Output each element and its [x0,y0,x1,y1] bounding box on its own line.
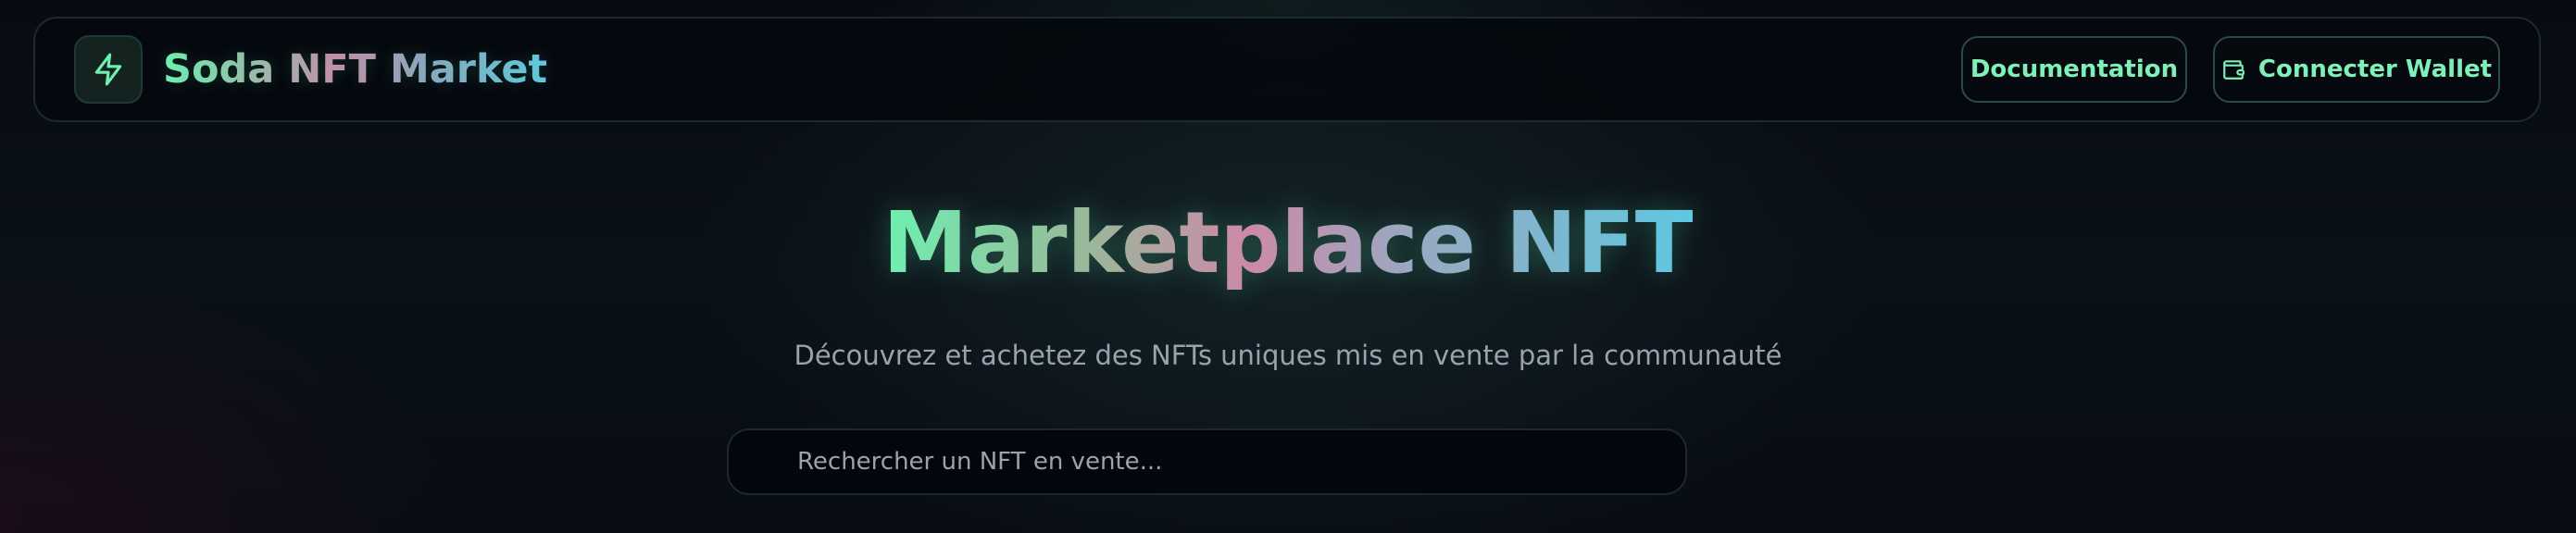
connect-wallet-button[interactable]: Connecter Wallet [2213,36,2500,103]
logo-badge [74,35,143,104]
documentation-button-label: Documentation [1970,56,2179,83]
search-input[interactable] [795,447,1632,477]
brand[interactable]: Soda NFT Market [74,35,547,104]
page-subtitle: Découvrez et achetez des NFTs uniques mi… [794,340,1782,371]
brand-name: Soda NFT Market [163,46,548,93]
documentation-button[interactable]: Documentation [1961,36,2187,103]
top-navbar: Soda NFT Market Documentation Connecter … [33,17,2541,122]
page-title-text: Marketplace NFT [882,193,1694,292]
wallet-icon [2223,60,2245,80]
search-bar [727,428,1687,495]
connect-wallet-button-label: Connecter Wallet [2257,56,2493,83]
page-title: Marketplace NFT [0,192,2576,294]
header-actions: Documentation Connecter Wallet [1961,36,2500,103]
lightning-bolt-icon [94,53,122,86]
